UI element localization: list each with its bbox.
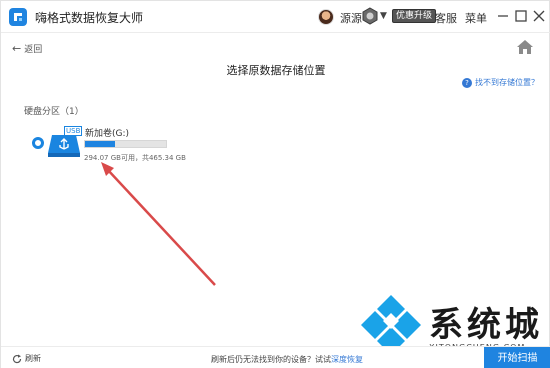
partition-name: 新加卷(G:) xyxy=(85,129,130,139)
back-button[interactable]: ← 返回 xyxy=(12,42,42,55)
home-icon[interactable] xyxy=(516,39,534,55)
chevron-down-icon[interactable]: ▼ xyxy=(380,11,387,21)
partition-size: 294.07 GB可用，共465.34 GB xyxy=(84,154,186,162)
start-scan-button[interactable]: 开始扫描 xyxy=(484,347,550,368)
question-icon: ? xyxy=(462,77,472,88)
capacity-bar xyxy=(84,140,167,148)
partition-radio[interactable] xyxy=(32,137,44,149)
menu-button[interactable]: 菜单 xyxy=(465,10,487,26)
refresh-button[interactable]: 刷新 xyxy=(12,353,41,364)
refresh-label: 刷新 xyxy=(25,354,41,363)
arrow-left-icon: ← xyxy=(12,42,22,55)
promo-upgrade-button[interactable]: 优惠升级 xyxy=(392,9,437,23)
maximize-icon[interactable] xyxy=(514,9,528,23)
capacity-bar-fill xyxy=(85,141,115,147)
page-title: 选择原数据存储位置 xyxy=(226,64,326,77)
footer-note: 刷新后仍无法找到你的设备？试试深度恢复 xyxy=(211,354,363,365)
app-window: 嗨格式数据恢复大师 源源 ▼ 优惠升级 客服 菜单 ← 返回 选择原数据存储位置… xyxy=(0,0,550,368)
title-bar: 嗨格式数据恢复大师 源源 ▼ 优惠升级 客服 菜单 xyxy=(1,1,550,33)
app-title: 嗨格式数据恢复大师 xyxy=(35,11,144,25)
minimize-icon[interactable] xyxy=(496,9,510,23)
help-link[interactable]: ? 找不到存储位置？ xyxy=(462,77,539,88)
footer: 刷新 刷新后仍无法找到你的设备？试试深度恢复 开始扫描 xyxy=(1,346,550,368)
footer-note-text: 刷新后仍无法找到你的设备？试试 xyxy=(211,355,331,364)
avatar[interactable] xyxy=(318,9,334,25)
vip-badge-icon[interactable] xyxy=(361,7,379,25)
close-icon[interactable] xyxy=(532,9,546,23)
customer-service-button[interactable]: 客服 xyxy=(435,10,457,26)
deep-recovery-link[interactable]: 深度恢复 xyxy=(331,355,363,364)
help-link-label: 找不到存储位置？ xyxy=(475,78,539,87)
refresh-icon xyxy=(12,354,22,363)
watermark-text: 系统城 xyxy=(429,305,543,345)
usb-tag: USB xyxy=(64,126,83,136)
back-label: 返回 xyxy=(24,45,43,55)
app-logo-icon xyxy=(9,8,27,26)
section-label: 硬盘分区（1） xyxy=(24,107,84,117)
username[interactable]: 源源 xyxy=(340,10,362,26)
